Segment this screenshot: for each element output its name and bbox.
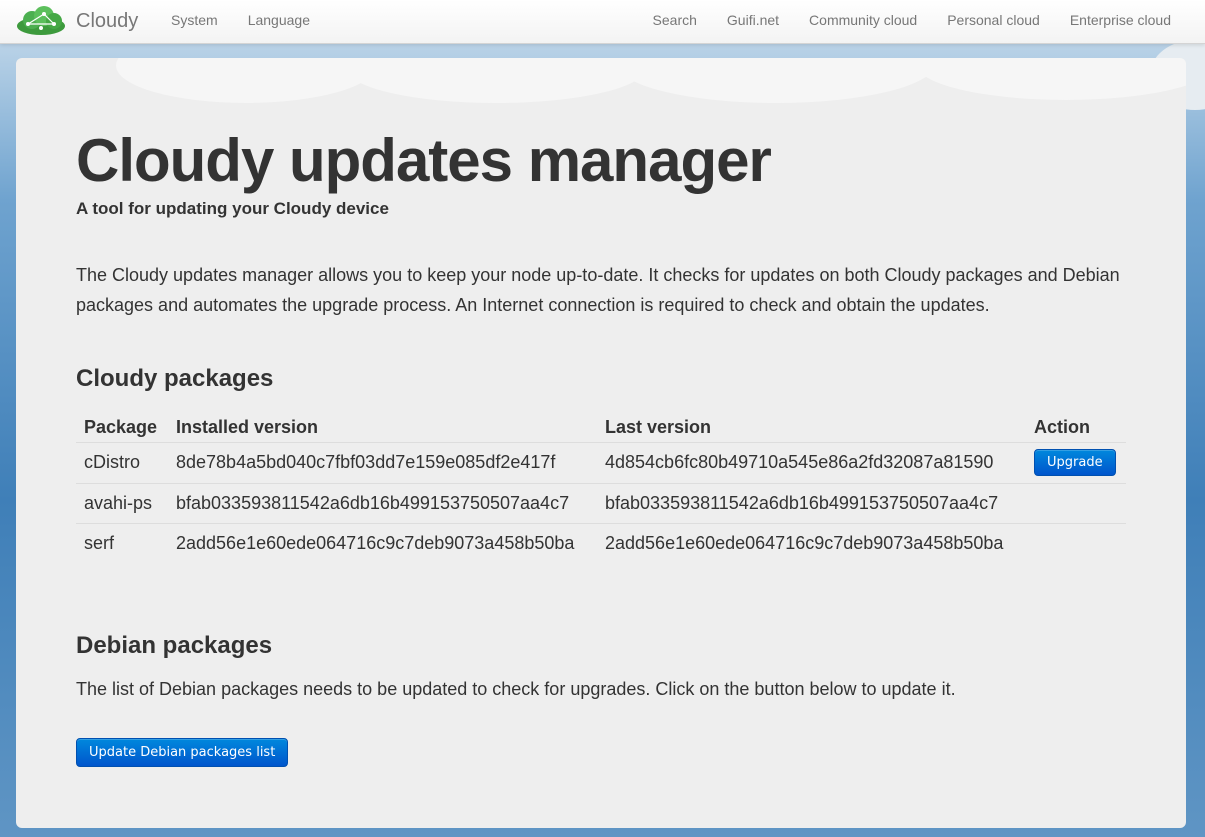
debian-packages-heading: Debian packages bbox=[76, 632, 273, 659]
nav-right: Search Guifi.net Community cloud Personal c… bbox=[638, 0, 1186, 40]
brand[interactable]: Cloudy bbox=[16, 4, 138, 38]
nav-item-search[interactable]: Search bbox=[638, 0, 712, 40]
nav-item-guifi[interactable]: Guifi.net bbox=[712, 0, 794, 40]
intro-paragraph: The Cloudy updates manager allows you to… bbox=[76, 265, 1120, 315]
installed-version: 2add56e1e60ede064716c9c7deb9073a458b50ba bbox=[168, 523, 597, 563]
page-subtitle: A tool for updating your Cloudy device bbox=[76, 199, 389, 218]
installed-version: 8de78b4a5bd040c7fbf03dd7e159e085df2e417f bbox=[168, 442, 597, 484]
column-header: Last version bbox=[605, 417, 712, 437]
upgrade-button[interactable]: Upgrade bbox=[1034, 449, 1116, 476]
package-name: avahi-ps bbox=[76, 483, 168, 524]
nav-item-personal-cloud[interactable]: Personal cloud bbox=[932, 0, 1055, 40]
action-cell bbox=[1026, 523, 1126, 563]
hero-panel: Cloudy updates manager A tool for updati… bbox=[16, 58, 1186, 828]
last-version: bfab033593811542a6db16b499153750507aa4c7 bbox=[597, 483, 1026, 524]
table-row: serf 2add56e1e60ede064716c9c7deb9073a458… bbox=[76, 523, 1126, 563]
table-row: cDistro 8de78b4a5bd040c7fbf03dd7e159e085… bbox=[76, 442, 1126, 484]
table-header-row: Package Installed version Last version A… bbox=[76, 411, 1126, 443]
cloudy-packages-heading: Cloudy packages bbox=[76, 365, 274, 392]
table-row: avahi-ps bfab033593811542a6db16b49915375… bbox=[76, 483, 1126, 524]
column-header: Installed version bbox=[176, 417, 319, 437]
package-name: serf bbox=[76, 523, 168, 563]
cloudy-logo-icon bbox=[17, 6, 65, 35]
last-version: 4d854cb6fc80b49710a545e86a2fd32087a81590 bbox=[597, 442, 1026, 484]
hero-cloud bbox=[616, 58, 936, 103]
nav-item-community-cloud[interactable]: Community cloud bbox=[794, 0, 932, 40]
update-debian-packages-button[interactable]: Update Debian packages list bbox=[76, 738, 289, 767]
brand-name: Cloudy bbox=[76, 9, 139, 32]
column-header: Package bbox=[84, 417, 158, 437]
action-cell bbox=[1026, 483, 1126, 524]
column-header: Action bbox=[1034, 417, 1090, 437]
action-cell: Upgrade bbox=[1026, 442, 1126, 484]
navbar: Cloudy System Language Search Guifi.net Com… bbox=[0, 0, 1205, 44]
package-name: cDistro bbox=[76, 442, 168, 484]
last-version: 2add56e1e60ede064716c9c7deb9073a458b50ba bbox=[597, 523, 1026, 563]
hero-cloud bbox=[116, 58, 376, 103]
cloudy-packages-table: Package Installed version Last version A… bbox=[76, 411, 1126, 563]
debian-packages-text: The list of Debian packages needs to be … bbox=[76, 679, 956, 699]
nav-item-enterprise-cloud[interactable]: Enterprise cloud bbox=[1055, 0, 1186, 40]
hero-cloud bbox=[916, 58, 1186, 100]
installed-version: bfab033593811542a6db16b499153750507aa4c7 bbox=[168, 483, 597, 524]
page-title: Cloudy updates manager bbox=[76, 127, 772, 194]
nav-item-language[interactable]: Language bbox=[233, 0, 325, 40]
hero-cloud bbox=[346, 58, 646, 103]
nav-left: System Language bbox=[156, 0, 325, 40]
nav-item-system[interactable]: System bbox=[156, 0, 233, 40]
